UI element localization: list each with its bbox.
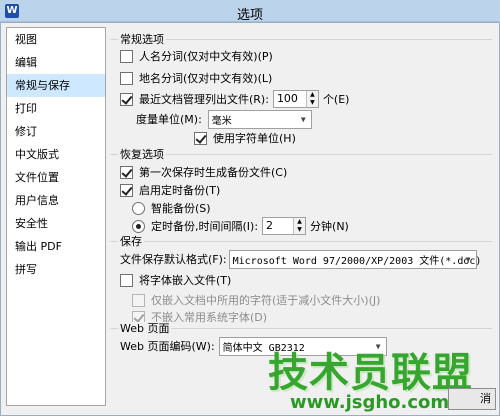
backup-first-save-checkbox[interactable] bbox=[120, 165, 133, 179]
embed-used-chars-option[interactable]: 仅嵌入文档中所用的字符(适于减小文件大小)(J) bbox=[132, 291, 380, 309]
watermark-logo-text: 技术员联盟 bbox=[268, 350, 473, 396]
recent-files-option: 最近文档管理列出文件(R): 100 ▲ ▼ 个(E) bbox=[120, 90, 349, 108]
stepper-down-icon[interactable]: ▼ bbox=[294, 226, 306, 234]
measure-unit-value: 毫米 bbox=[211, 115, 232, 127]
interval-stepper[interactable]: 2 ▲ ▼ bbox=[262, 217, 307, 235]
chevron-down-icon[interactable]: ▼ bbox=[461, 251, 476, 268]
timed-backup-checkbox[interactable] bbox=[120, 183, 133, 197]
embed-used-chars-checkbox[interactable] bbox=[132, 293, 145, 307]
interval-value[interactable]: 2 bbox=[263, 218, 293, 234]
sidebar-item-spelling[interactable]: 拼写 bbox=[7, 258, 105, 281]
measure-unit-label: 度量单位(M): bbox=[136, 113, 202, 126]
backup-first-save-label: 第一次保存时生成备份文件(C) bbox=[139, 166, 288, 179]
watermark-url: www.jsgho.com bbox=[290, 392, 450, 413]
recent-files-label: 最近文档管理列出文件(R): bbox=[139, 93, 269, 106]
place-name-option[interactable]: 地名分词(仅对中文有效)(L) bbox=[120, 69, 272, 87]
cancel-button[interactable]: 消 bbox=[448, 388, 496, 410]
sidebar-item-print[interactable]: 打印 bbox=[7, 97, 105, 120]
default-format-value: Microsoft Word 97/2000/XP/2003 文件(*.doc) bbox=[232, 255, 482, 267]
timed-backup-option[interactable]: 启用定时备份(T) bbox=[120, 181, 220, 199]
recent-files-value[interactable]: 100 bbox=[274, 91, 306, 107]
smart-backup-option[interactable]: 智能备份(S) bbox=[132, 199, 211, 217]
stepper-up-icon[interactable]: ▲ bbox=[294, 218, 306, 226]
default-format-label: 文件保存默认格式(F): bbox=[120, 253, 227, 266]
embed-used-chars-label: 仅嵌入文档中所用的字符(适于减小文件大小)(J) bbox=[151, 294, 381, 307]
stepper-up-icon[interactable]: ▲ bbox=[306, 91, 318, 99]
interval-backup-label: 定时备份,时间间隔(I): bbox=[151, 220, 259, 233]
recovery-options-title: 恢复选项 bbox=[118, 148, 166, 161]
web-page-title: Web 页面 bbox=[118, 322, 172, 335]
smart-backup-radio[interactable] bbox=[132, 201, 145, 215]
save-title: 保存 bbox=[118, 235, 144, 248]
general-options-title: 常规选项 bbox=[118, 33, 166, 46]
web-encoding-label: Web 页面编码(W): bbox=[120, 340, 215, 353]
embed-fonts-label: 将字体嵌入文件(T) bbox=[139, 274, 232, 287]
interval-backup-option: 定时备份,时间间隔(I): 2 ▲ ▼ 分钟(N) bbox=[132, 217, 349, 235]
smart-backup-label: 智能备份(S) bbox=[151, 202, 211, 215]
embed-fonts-checkbox[interactable] bbox=[120, 273, 133, 287]
sidebar-item-security[interactable]: 安全性 bbox=[7, 212, 105, 235]
char-unit-checkbox[interactable] bbox=[194, 131, 207, 145]
person-name-label: 人名分词(仅对中文有效)(P) bbox=[139, 50, 273, 63]
sidebar-item-edit[interactable]: 编辑 bbox=[7, 51, 105, 74]
person-name-checkbox[interactable] bbox=[120, 49, 133, 63]
title-bar: W 选项 bbox=[0, 0, 500, 23]
default-format-select[interactable]: Microsoft Word 97/2000/XP/2003 文件(*.doc)… bbox=[228, 249, 481, 269]
recent-files-stepper[interactable]: 100 ▲ ▼ bbox=[272, 90, 319, 108]
embed-fonts-option[interactable]: 将字体嵌入文件(T) bbox=[120, 271, 231, 289]
backup-first-save-option[interactable]: 第一次保存时生成备份文件(C) bbox=[120, 163, 287, 181]
timed-backup-label: 启用定时备份(T) bbox=[139, 184, 221, 197]
sidebar-item-revision[interactable]: 修订 bbox=[7, 120, 105, 143]
sidebar-item-file-location[interactable]: 文件位置 bbox=[7, 166, 105, 189]
char-unit-option[interactable]: 使用字符单位(H) bbox=[194, 129, 296, 147]
recent-files-unit: 个(E) bbox=[322, 93, 350, 106]
sidebar-item-export-pdf[interactable]: 输出 PDF bbox=[7, 235, 105, 258]
place-name-checkbox[interactable] bbox=[120, 71, 133, 85]
window-title: 选项 bbox=[236, 8, 263, 23]
measure-unit-select[interactable]: 毫米 ▼ bbox=[207, 109, 312, 129]
sidebar-item-view[interactable]: 视图 bbox=[7, 28, 105, 51]
default-format-row: 文件保存默认格式(F): Microsoft Word 97/2000/XP/2… bbox=[120, 249, 481, 269]
options-sidebar: 视图 编辑 常规与保存 打印 修订 中文版式 文件位置 用户信息 安全性 输出 … bbox=[6, 27, 106, 406]
sidebar-item-chinese-layout[interactable]: 中文版式 bbox=[7, 143, 105, 166]
stepper-down-icon[interactable]: ▼ bbox=[306, 99, 318, 107]
sidebar-item-user-info[interactable]: 用户信息 bbox=[7, 189, 105, 212]
chevron-down-icon[interactable]: ▼ bbox=[296, 111, 311, 128]
char-unit-label: 使用字符单位(H) bbox=[213, 132, 296, 145]
sidebar-item-general-save[interactable]: 常规与保存 bbox=[7, 74, 105, 97]
place-name-label: 地名分词(仅对中文有效)(L) bbox=[139, 72, 273, 85]
interval-backup-radio[interactable] bbox=[132, 219, 145, 233]
person-name-option[interactable]: 人名分词(仅对中文有效)(P) bbox=[120, 47, 273, 65]
measure-unit-row: 度量单位(M): 毫米 ▼ bbox=[136, 109, 312, 129]
recent-files-checkbox[interactable] bbox=[120, 92, 133, 106]
interval-unit: 分钟(N) bbox=[310, 220, 349, 233]
